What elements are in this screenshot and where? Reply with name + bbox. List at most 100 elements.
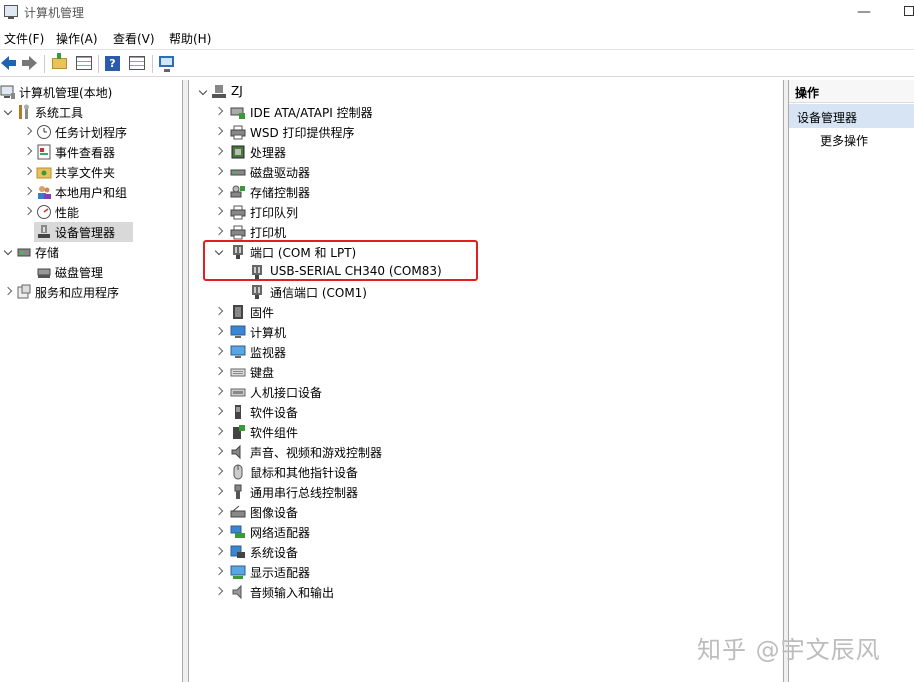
port-icon [249,284,265,300]
tree-collapsed-chevron-icon[interactable] [22,145,34,157]
ide-controller-icon [230,104,246,120]
console-tree-item[interactable]: 磁盘管理 [0,262,180,282]
device-category-label: 图像设备 [250,506,299,520]
keyboard-icon [230,364,246,380]
root-expanded-chevron-icon[interactable] [197,85,209,97]
device-category-item[interactable]: WSD 打印提供程序 [189,122,779,142]
device-tree-root[interactable]: ZJ [189,82,779,102]
console-tree-item[interactable]: 服务和应用程序 [0,282,180,302]
tree-collapsed-chevron-icon[interactable] [22,205,34,217]
device-category-item[interactable]: 系统设备 [189,542,779,562]
device-category-label: 监视器 [250,346,287,360]
console-tree-item[interactable]: 设备管理器 [34,222,133,242]
device-category-item[interactable]: 图像设备 [189,502,779,522]
console-tree-label: 任务计划程序 [55,126,128,140]
category-collapsed-chevron-icon[interactable] [213,345,225,357]
device-category-item[interactable]: 打印机 [189,222,779,242]
device-category-label: 人机接口设备 [250,386,323,400]
category-collapsed-chevron-icon[interactable] [213,365,225,377]
device-category-label: 网络适配器 [250,526,311,540]
actions-section-device-manager[interactable]: 设备管理器 [789,104,914,128]
forward-button[interactable] [20,55,38,72]
imaging-device-icon [230,504,246,520]
device-item[interactable]: 通信端口 (COM1) [189,282,779,302]
tree-collapsed-chevron-icon[interactable] [2,285,14,297]
help-button[interactable]: ? [104,55,122,72]
software-device-icon [230,404,246,420]
category-collapsed-chevron-icon[interactable] [213,225,225,237]
category-collapsed-chevron-icon[interactable] [213,405,225,417]
window-title: 计算机管理 [24,6,85,20]
device-category-item[interactable]: 处理器 [189,142,779,162]
tree-collapsed-chevron-icon[interactable] [22,185,34,197]
tree-expanded-chevron-icon[interactable] [2,245,14,257]
console-tree-item[interactable]: 本地用户和组 [0,182,180,202]
menu-file[interactable]: 文件(F) [4,30,44,47]
back-button[interactable] [0,55,18,72]
category-collapsed-chevron-icon[interactable] [213,445,225,457]
category-collapsed-chevron-icon[interactable] [213,105,225,117]
category-collapsed-chevron-icon[interactable] [213,325,225,337]
category-collapsed-chevron-icon[interactable] [213,125,225,137]
device-category-item[interactable]: 计算机 [189,322,779,342]
category-collapsed-chevron-icon[interactable] [213,505,225,517]
device-category-item[interactable]: 磁盘驱动器 [189,162,779,182]
device-category-item[interactable]: 通用串行总线控制器 [189,482,779,502]
scan-hardware-button[interactable] [158,55,176,72]
device-category-item[interactable]: 显示适配器 [189,562,779,582]
menu-action[interactable]: 操作(A) [56,30,98,47]
sound-icon [230,444,246,460]
device-category-item[interactable]: 监视器 [189,342,779,362]
maximize-button[interactable] [898,2,914,22]
category-collapsed-chevron-icon[interactable] [213,425,225,437]
device-category-item[interactable]: 音频输入和输出 [189,582,779,602]
console-tree-icon [76,56,92,70]
device-category-item[interactable]: 人机接口设备 [189,382,779,402]
device-category-item[interactable]: 网络适配器 [189,522,779,542]
category-collapsed-chevron-icon[interactable] [213,545,225,557]
category-collapsed-chevron-icon[interactable] [213,585,225,597]
console-tree-label: 性能 [55,206,80,220]
menu-view[interactable]: 查看(V) [113,30,155,47]
category-collapsed-chevron-icon[interactable] [213,525,225,537]
menu-help[interactable]: 帮助(H) [169,30,211,47]
toolbar: ? [0,49,914,77]
category-collapsed-chevron-icon[interactable] [213,305,225,317]
device-category-item[interactable]: 键盘 [189,362,779,382]
console-tree-item[interactable]: 事件查看器 [0,142,180,162]
device-category-item[interactable]: 打印队列 [189,202,779,222]
device-category-item[interactable]: 软件组件 [189,422,779,442]
device-category-item[interactable]: IDE ATA/ATAPI 控制器 [189,102,779,122]
category-collapsed-chevron-icon[interactable] [213,145,225,157]
services-apps-icon [16,284,32,300]
action-pane-button[interactable] [128,55,146,72]
device-category-item[interactable]: 软件设备 [189,402,779,422]
console-tree-item[interactable]: 共享文件夹 [0,162,180,182]
more-actions-link[interactable]: 更多操作 [820,132,868,149]
device-category-item[interactable]: 鼠标和其他指针设备 [189,462,779,482]
tree-collapsed-chevron-icon[interactable] [22,125,34,137]
console-tree-item[interactable]: 存储 [0,242,180,262]
console-tree-item[interactable]: 任务计划程序 [0,122,180,142]
tree-expanded-chevron-icon[interactable] [2,105,14,117]
device-category-item[interactable]: 存储控制器 [189,182,779,202]
event-viewer-icon [36,144,52,160]
device-category-item[interactable]: 声音、视频和游戏控制器 [189,442,779,462]
console-tree-item[interactable]: 计算机管理(本地) [0,82,180,102]
category-collapsed-chevron-icon[interactable] [213,385,225,397]
minimize-button[interactable]: — [853,2,875,22]
console-tree-label: 服务和应用程序 [35,286,120,300]
up-folder-button[interactable] [51,53,69,72]
console-tree-item[interactable]: 性能 [0,202,180,222]
category-collapsed-chevron-icon[interactable] [213,165,225,177]
category-collapsed-chevron-icon[interactable] [213,465,225,477]
tree-collapsed-chevron-icon[interactable] [22,165,34,177]
device-category-item[interactable]: 固件 [189,302,779,322]
printer-icon [230,124,246,140]
category-collapsed-chevron-icon[interactable] [213,185,225,197]
category-collapsed-chevron-icon[interactable] [213,565,225,577]
show-hide-tree-button[interactable] [75,55,93,72]
console-tree-item[interactable]: 系统工具 [0,102,180,122]
category-collapsed-chevron-icon[interactable] [213,485,225,497]
category-collapsed-chevron-icon[interactable] [213,205,225,217]
